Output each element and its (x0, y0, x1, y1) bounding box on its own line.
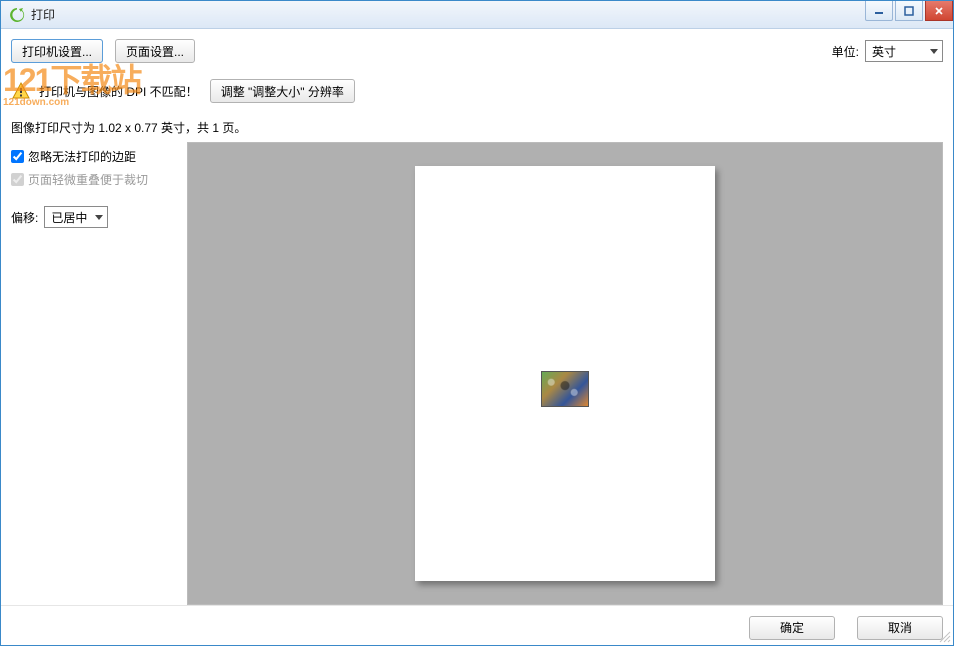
warning-text: 打印机与图像的 DPI 不匹配！ (39, 83, 198, 100)
print-size-info: 图像打印尺寸为 1.02 x 0.77 英寸，共 1 页。 (11, 119, 943, 136)
preview-page (415, 166, 715, 581)
offset-select[interactable]: 已居中 (44, 206, 108, 228)
maximize-button[interactable] (895, 1, 923, 21)
chevron-down-icon (95, 210, 103, 224)
minimize-button[interactable] (865, 1, 893, 21)
overlap-pages-label: 页面轻微重叠便于裁切 (28, 171, 148, 188)
resize-grip[interactable] (937, 629, 951, 643)
app-icon (9, 7, 25, 23)
printer-settings-button[interactable]: 打印机设置... (11, 39, 103, 63)
close-button[interactable] (925, 1, 953, 21)
ok-button[interactable]: 确定 (749, 616, 835, 640)
preview-image-thumbnail (541, 371, 589, 407)
unit-label: 单位: (832, 43, 859, 60)
offset-select-value: 已居中 (51, 209, 87, 226)
window-title: 打印 (31, 6, 55, 23)
print-dialog: 打印 121下载站 121down.com 打印机设置... 页面设置... 单… (0, 0, 954, 646)
dialog-footer: 确定 取消 (1, 605, 953, 645)
ignore-margins-label: 忽略无法打印的边距 (28, 148, 136, 165)
warning-icon (11, 81, 31, 101)
options-panel: 忽略无法打印的边距 页面轻微重叠便于裁切 偏移: 已居中 (11, 142, 185, 605)
cancel-button[interactable]: 取消 (857, 616, 943, 640)
ignore-margins-input[interactable] (11, 150, 24, 163)
unit-select[interactable]: 英寸 (865, 40, 943, 62)
print-preview (187, 142, 943, 605)
chevron-down-icon (930, 44, 938, 58)
titlebar: 打印 (1, 1, 953, 29)
content-area: 121下载站 121down.com 打印机设置... 页面设置... 单位: … (1, 29, 953, 645)
ignore-margins-checkbox[interactable]: 忽略无法打印的边距 (11, 148, 185, 165)
page-setup-button[interactable]: 页面设置... (115, 39, 195, 63)
overlap-pages-checkbox: 页面轻微重叠便于裁切 (11, 171, 185, 188)
overlap-pages-input (11, 173, 24, 186)
fix-dpi-button[interactable]: 调整 "调整大小" 分辨率 (210, 79, 355, 103)
unit-select-value: 英寸 (872, 43, 896, 60)
offset-label: 偏移: (11, 209, 38, 226)
